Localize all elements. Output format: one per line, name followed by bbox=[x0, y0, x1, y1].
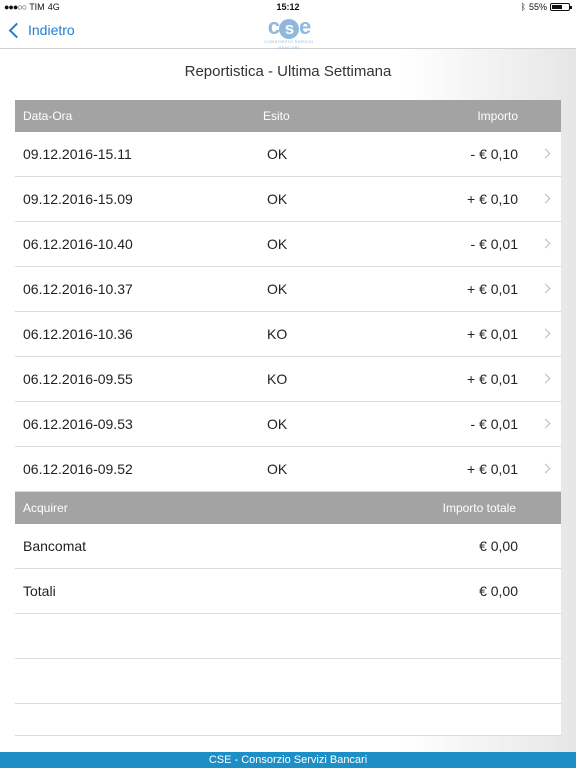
chevron-right-icon bbox=[540, 328, 551, 339]
battery-percent: 55% bbox=[528, 2, 547, 12]
chevron-right-icon bbox=[540, 418, 551, 429]
row-importo: + € 0,01 bbox=[467, 326, 518, 342]
row-esito: KO bbox=[267, 371, 288, 387]
status-bar: ●●●○○ TIM 4G 15:12 ᛒ 55% bbox=[0, 0, 576, 14]
row-esito: OK bbox=[267, 146, 288, 162]
report-panel: Data-Ora Esito Importo 09.12.2016-15.11 … bbox=[15, 100, 561, 736]
header-esito: Esito bbox=[263, 109, 290, 123]
row-date: 06.12.2016-09.53 bbox=[23, 416, 133, 432]
row-date: 09.12.2016-15.09 bbox=[23, 191, 133, 207]
summary-value: € 0,00 bbox=[479, 583, 518, 599]
row-esito: OK bbox=[267, 191, 288, 207]
header-importo-totale: Importo totale bbox=[442, 501, 516, 515]
row-esito: OK bbox=[267, 416, 288, 432]
header-acquirer: Acquirer bbox=[23, 501, 68, 515]
row-date: 06.12.2016-10.37 bbox=[23, 281, 133, 297]
row-esito: OK bbox=[267, 461, 288, 477]
row-importo: - € 0,01 bbox=[470, 416, 518, 432]
chevron-right-icon bbox=[540, 238, 551, 249]
bluetooth-icon: ᛒ bbox=[520, 2, 526, 12]
chevron-right-icon bbox=[540, 283, 551, 294]
chevron-right-icon bbox=[540, 148, 551, 159]
row-date: 06.12.2016-10.40 bbox=[23, 236, 133, 252]
summary-header: Acquirer Importo totale bbox=[15, 492, 561, 524]
table-row[interactable]: 09.12.2016-15.11 OK - € 0,10 bbox=[15, 132, 561, 177]
row-date: 06.12.2016-10.36 bbox=[23, 326, 133, 342]
chevron-right-icon bbox=[540, 193, 551, 204]
battery-icon bbox=[550, 3, 572, 11]
logo-subtitle: CONSORZIO SERVIZI BANCARI bbox=[264, 39, 314, 50]
summary-name: Totali bbox=[23, 583, 56, 599]
row-importo: - € 0,10 bbox=[470, 146, 518, 162]
row-importo: - € 0,01 bbox=[470, 236, 518, 252]
row-esito: KO bbox=[267, 326, 288, 342]
table-row[interactable]: 06.12.2016-10.36 KO + € 0,01 bbox=[15, 312, 561, 357]
chevron-left-icon bbox=[8, 22, 25, 38]
row-date: 09.12.2016-15.11 bbox=[23, 146, 132, 162]
summary-name: Bancomat bbox=[23, 538, 87, 554]
chevron-right-icon bbox=[540, 373, 551, 384]
cse-logo: cse CONSORZIO SERVIZI BANCARI bbox=[258, 14, 320, 51]
table-row[interactable]: 09.12.2016-15.09 OK + € 0,10 bbox=[15, 177, 561, 222]
header-importo: Importo bbox=[477, 109, 518, 123]
back-label: Indietro bbox=[28, 22, 75, 38]
row-importo: + € 0,01 bbox=[467, 371, 518, 387]
summary-row: Totali € 0,00 bbox=[15, 569, 561, 614]
back-button[interactable]: Indietro bbox=[8, 22, 75, 38]
empty-row bbox=[15, 659, 561, 704]
row-esito: OK bbox=[267, 281, 288, 297]
row-date: 06.12.2016-09.55 bbox=[23, 371, 133, 387]
row-date: 06.12.2016-09.52 bbox=[23, 461, 133, 477]
table-row[interactable]: 06.12.2016-09.52 OK + € 0,01 bbox=[15, 447, 561, 492]
table-row[interactable]: 06.12.2016-10.40 OK - € 0,01 bbox=[15, 222, 561, 267]
summary-row: Bancomat € 0,00 bbox=[15, 524, 561, 569]
table-row[interactable]: 06.12.2016-09.55 KO + € 0,01 bbox=[15, 357, 561, 402]
row-importo: + € 0,10 bbox=[467, 191, 518, 207]
row-importo: + € 0,01 bbox=[467, 281, 518, 297]
status-time: 15:12 bbox=[276, 2, 300, 12]
status-right: ᛒ 55% bbox=[520, 2, 572, 12]
header-date: Data-Ora bbox=[23, 109, 73, 123]
logo-mark: cse bbox=[267, 14, 311, 39]
empty-row bbox=[15, 614, 561, 659]
page-title: Reportistica - Ultima Settimana bbox=[184, 63, 392, 80]
row-esito: OK bbox=[267, 236, 288, 252]
table-row[interactable]: 06.12.2016-10.37 OK + € 0,01 bbox=[15, 267, 561, 312]
navigation-bar: Indietro cse CONSORZIO SERVIZI BANCARI bbox=[0, 14, 576, 51]
transactions-header: Data-Ora Esito Importo bbox=[15, 100, 561, 132]
chevron-right-icon bbox=[540, 463, 551, 474]
footer-bar: CSE - Consorzio Servizi Bancari bbox=[0, 752, 576, 768]
summary-value: € 0,00 bbox=[479, 538, 518, 554]
empty-row bbox=[15, 704, 561, 736]
table-row[interactable]: 06.12.2016-09.53 OK - € 0,01 bbox=[15, 402, 561, 447]
row-importo: + € 0,01 bbox=[467, 461, 518, 477]
